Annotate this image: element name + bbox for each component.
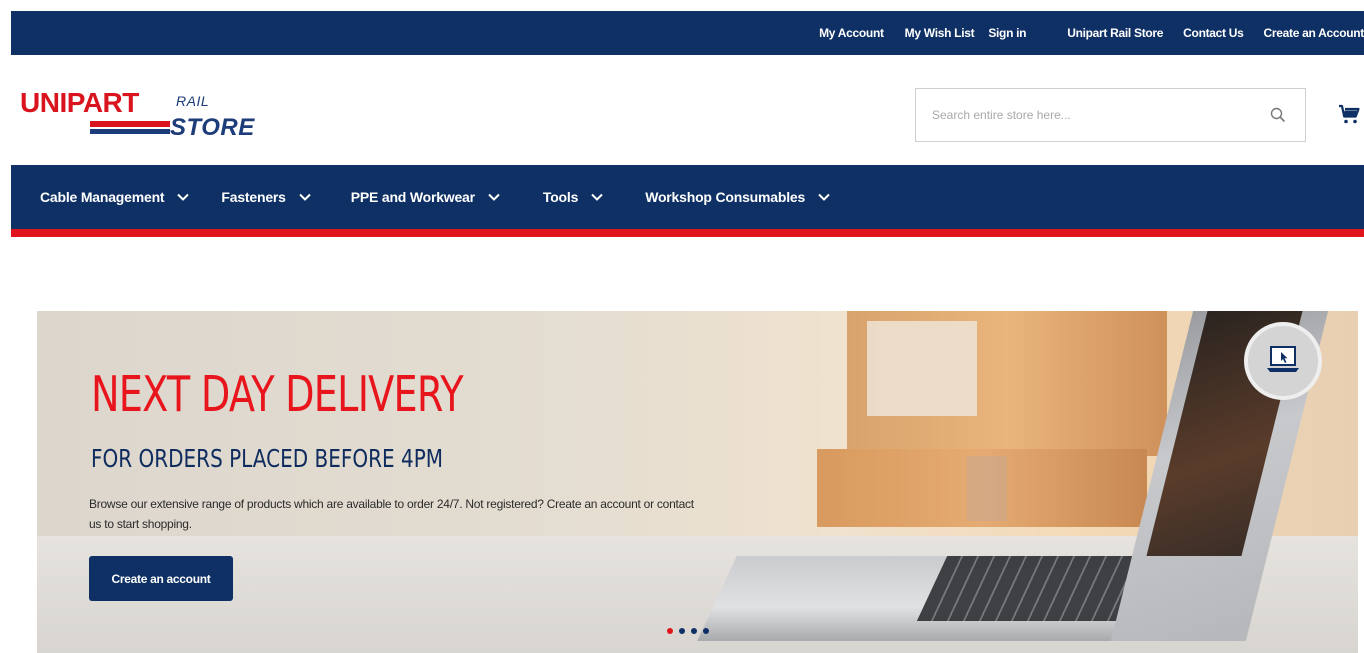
my-account-link[interactable]: My Account [819,26,884,40]
sign-in-link[interactable]: Sign in [988,26,1026,40]
logo-store-text: STORE [170,114,255,141]
nav-item-label: Cable Management [40,189,165,205]
search-box [915,88,1306,142]
logo-red-stripe [90,121,170,127]
laptop-click-icon [1267,346,1299,372]
nav-item-tools[interactable]: Tools [543,189,605,205]
create-account-button[interactable]: Create an account [89,556,233,601]
nav-menu: Cable Management Fasteners PPE and Workw… [11,165,1364,229]
nav-item-label: Fasteners [221,189,286,205]
carousel-dots [667,628,709,634]
nav-item-workshop-consumables[interactable]: Workshop Consumables [645,189,832,205]
hero-title: NEXT DAY DELIVERY [91,366,464,423]
nav-red-stripe [11,229,1364,237]
create-account-link[interactable]: Create an Account [1264,26,1364,40]
carousel-dot[interactable] [703,628,709,634]
chevron-down-icon [177,193,190,201]
shopping-cart-icon[interactable] [1338,103,1362,127]
hero-subtitle: FOR ORDERS PLACED BEFORE 4PM [91,444,444,473]
logo-rail-text: RAIL [176,93,210,109]
nav-item-label: PPE and Workwear [350,189,475,205]
contact-us-link[interactable]: Contact Us [1183,26,1244,40]
chevron-down-icon [818,193,830,201]
chevron-down-icon [591,193,603,201]
nav-item-cable-management[interactable]: Cable Management [40,189,191,205]
main-navigation: Cable Management Fasteners PPE and Workw… [11,165,1364,229]
carousel-dot[interactable] [667,628,673,634]
nav-item-fasteners[interactable]: Fasteners [221,189,312,205]
nav-item-ppe-and-workwear[interactable]: PPE and Workwear [351,189,502,205]
hero-description: Browse our extensive range of products w… [89,497,694,531]
search-input[interactable] [916,89,1246,141]
my-wish-list-link[interactable]: My Wish List [905,26,975,40]
logo-brand-text: UNIPART [20,87,139,118]
logo-blue-stripe [90,129,170,134]
nav-item-label: Workshop Consumables [645,189,806,205]
hero-banner[interactable]: NEXT DAY DELIVERY FOR ORDERS PLACED BEFO… [37,311,1358,653]
nav-item-label: Tools [542,189,579,205]
hero-box-tape [967,456,1007,521]
unipart-rail-store-link[interactable]: Unipart Rail Store [1067,26,1163,40]
site-header: UNIPART RAIL STORE [0,55,1364,165]
site-logo[interactable]: UNIPART RAIL STORE [20,85,270,149]
carousel-dot[interactable] [679,628,685,634]
top-links: My Account My Wish List Sign in Unipart … [819,11,1364,55]
chevron-down-icon [299,193,311,201]
chevron-down-icon [488,193,500,201]
search-icon[interactable] [1269,106,1287,124]
carousel-dot[interactable] [691,628,697,634]
top-utility-bar: My Account My Wish List Sign in Unipart … [11,11,1364,55]
hero-badge [1244,322,1322,400]
hero-box-label [867,321,977,416]
